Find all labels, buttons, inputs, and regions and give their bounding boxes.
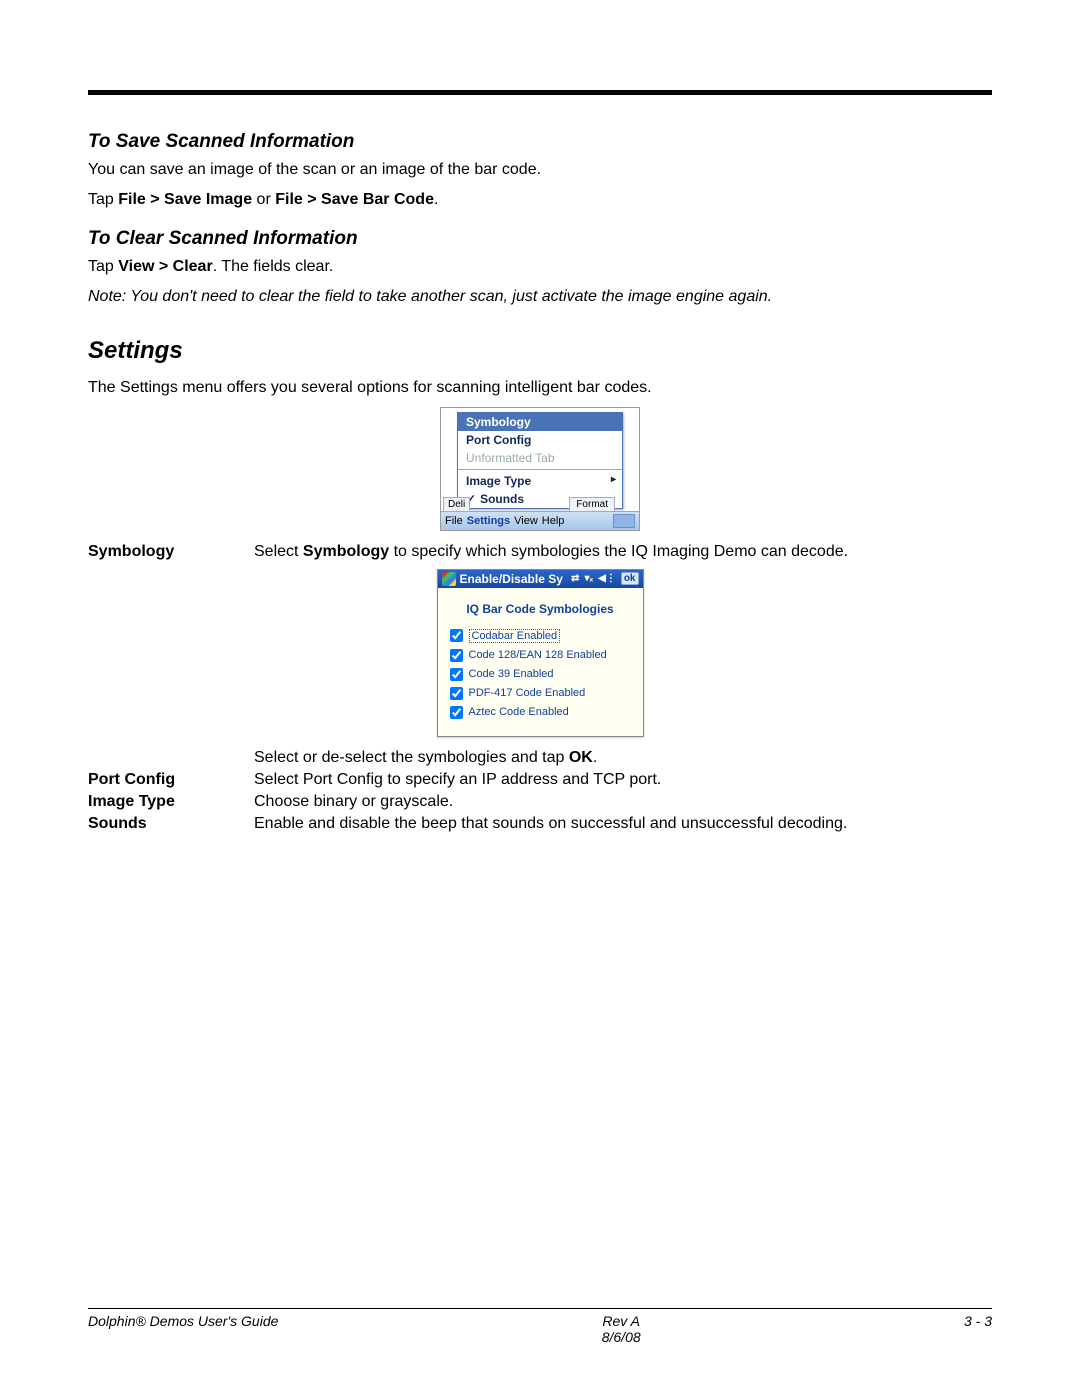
speaker-icon: ◀⋮ (598, 573, 616, 584)
sym-aztec[interactable]: Aztec Code Enabled (450, 703, 631, 722)
menu-item-unformatted: Unformatted Tab (458, 449, 622, 467)
menu-view[interactable]: View (514, 515, 538, 527)
t: Symbology (303, 543, 389, 560)
row-symbology: Symbology Select Symbology to specify wh… (88, 543, 992, 561)
label-sounds: Sounds (88, 815, 254, 833)
t: Select or de-select the symbologies and … (254, 749, 569, 766)
footer-mid: Rev A 8/6/08 (602, 1313, 641, 1345)
t: Aztec Code Enabled (469, 706, 569, 718)
start-icon[interactable] (442, 572, 456, 586)
desc-imagetype: Choose binary or grayscale. (254, 793, 992, 811)
t: Codabar Enabled (469, 629, 561, 643)
t: or (252, 191, 275, 208)
t: File > Save Image (118, 191, 252, 208)
keyboard-icon[interactable] (613, 514, 635, 528)
t: Code 128/EAN 128 Enabled (469, 649, 607, 661)
dialog-heading: IQ Bar Code Symbologies (438, 588, 643, 626)
checkbox[interactable] (450, 649, 463, 662)
t: File > Save Bar Code (275, 191, 434, 208)
menu-item-imagetype[interactable]: Image Type (458, 472, 622, 490)
sym-codabar[interactable]: Codabar Enabled (450, 626, 631, 646)
t: . (593, 749, 597, 766)
dialog-title-text: Enable/Disable Sy (460, 572, 563, 586)
t: View > Clear (118, 258, 212, 275)
dialog-list: Codabar Enabled Code 128/EAN 128 Enabled… (438, 626, 643, 736)
menu-item-symbology[interactable]: Symbology (458, 413, 622, 431)
t: . The fields clear. (213, 258, 334, 275)
save-p1: You can save an image of the scan or an … (88, 159, 992, 181)
checkbox[interactable] (450, 668, 463, 681)
t: 8/6/08 (602, 1329, 641, 1345)
clear-note: Note: You don't need to clear the field … (88, 286, 992, 308)
label-symbology: Symbology (88, 543, 254, 561)
menu-item-portconfig[interactable]: Port Config (458, 431, 622, 449)
row-select-ok: Select or de-select the symbologies and … (88, 749, 992, 767)
heading-clear: To Clear Scanned Information (88, 228, 992, 250)
row-portconfig: Port Config Select Port Config to specif… (88, 771, 992, 789)
checkbox[interactable] (450, 706, 463, 719)
row-sounds: Sounds Enable and disable the beep that … (88, 815, 992, 833)
label-blank (88, 749, 254, 767)
settings-menu-figure: Symbology Port Config Unformatted Tab Im… (88, 407, 992, 531)
footer-left: Dolphin® Demos User's Guide (88, 1313, 278, 1345)
menu-file[interactable]: File (445, 515, 463, 527)
desc-select-ok: Select or de-select the symbologies and … (254, 749, 992, 767)
label-portconfig: Port Config (88, 771, 254, 789)
row-imagetype: Image Type Choose binary or grayscale. (88, 793, 992, 811)
t: OK (569, 749, 593, 766)
rear-tab-deli: Deli (443, 497, 470, 512)
dialog-titlebar: Enable/Disable Sy ⇄ ▾ₓ ◀⋮ ok (438, 570, 643, 588)
t: to specify which symbologies the IQ Imag… (389, 543, 848, 560)
desc-portconfig: Select Port Config to specify an IP addr… (254, 771, 992, 789)
top-rule (88, 90, 992, 95)
page-footer: Dolphin® Demos User's Guide Rev A 8/6/08… (88, 1300, 992, 1345)
save-p2: Tap File > Save Image or File > Save Bar… (88, 189, 992, 211)
sync-icon: ⇄ (571, 573, 579, 584)
t: . (434, 191, 438, 208)
ok-button[interactable]: ok (621, 572, 639, 585)
footer-right: 3 - 3 (964, 1313, 992, 1345)
menu-popup: Symbology Port Config Unformatted Tab Im… (457, 412, 623, 509)
t: PDF-417 Code Enabled (469, 687, 586, 699)
t: Tap (88, 191, 118, 208)
heading-save: To Save Scanned Information (88, 131, 992, 153)
signal-icon: ▾ₓ (584, 573, 593, 584)
clear-p1: Tap View > Clear. The fields clear. (88, 256, 992, 278)
symbology-dialog-figure: Enable/Disable Sy ⇄ ▾ₓ ◀⋮ ok IQ Bar Code… (88, 569, 992, 737)
t: Code 39 Enabled (469, 668, 554, 680)
heading-settings: Settings (88, 337, 992, 365)
sym-pdf417[interactable]: PDF-417 Code Enabled (450, 684, 631, 703)
t: Tap (88, 258, 118, 275)
menu-help[interactable]: Help (542, 515, 565, 527)
t: Rev A (602, 1313, 641, 1329)
checkbox[interactable] (450, 629, 463, 642)
menu-bar: File Settings View Help (441, 512, 639, 530)
desc-symbology: Select Symbology to specify which symbol… (254, 543, 992, 561)
t: Select (254, 543, 303, 560)
label-imagetype: Image Type (88, 793, 254, 811)
sym-code39[interactable]: Code 39 Enabled (450, 665, 631, 684)
checkbox[interactable] (450, 687, 463, 700)
sym-code128[interactable]: Code 128/EAN 128 Enabled (450, 646, 631, 665)
desc-sounds: Enable and disable the beep that sounds … (254, 815, 992, 833)
menu-settings[interactable]: Settings (467, 515, 510, 527)
settings-intro: The Settings menu offers you several opt… (88, 377, 992, 399)
rear-tab-format: Format (569, 497, 615, 512)
